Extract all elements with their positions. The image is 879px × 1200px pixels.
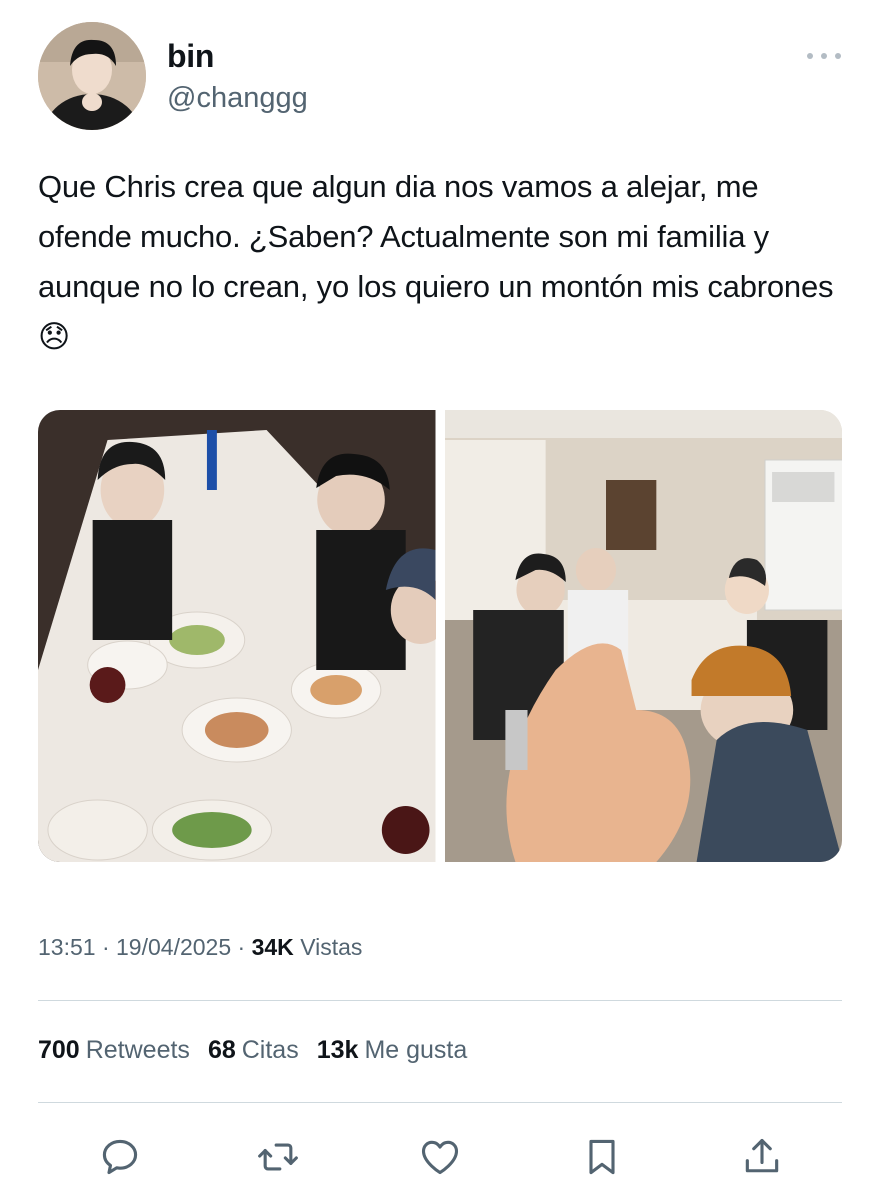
like-button[interactable] <box>416 1133 464 1181</box>
more-options-button[interactable] <box>807 44 841 68</box>
quotes-label: Citas <box>241 1036 299 1064</box>
retweets-label: Retweets <box>85 1036 190 1064</box>
engagement-stats: 700 Retweets 68 Citas 13k Me gusta <box>38 1036 467 1065</box>
tweet-media <box>38 410 842 862</box>
user-handle[interactable]: @changgg <box>167 82 308 115</box>
avatar[interactable] <box>38 22 146 130</box>
tweet-text: Que Chris crea que algun dia nos vamos a… <box>38 162 838 362</box>
retweets-count: 700 <box>38 1036 80 1064</box>
meta-separator: · <box>101 934 110 960</box>
photo-group-restaurant[interactable] <box>444 410 842 862</box>
quotes-count: 68 <box>207 1036 236 1064</box>
bookmark-icon <box>589 1139 615 1175</box>
dinner-table-image <box>38 410 436 862</box>
tweet-meta: 13:51 · 19/04/2025 · 34K Vistas <box>38 934 362 961</box>
likes-count: 13k <box>316 1036 359 1064</box>
likes-label: Me gusta <box>364 1036 468 1064</box>
views-count: 34K <box>251 934 294 960</box>
divider-top <box>38 1000 842 1001</box>
retweet-button[interactable] <box>254 1133 302 1181</box>
more-dot <box>835 53 841 59</box>
retweets-stat[interactable]: 700 Retweets <box>38 1036 190 1065</box>
sad-face-emoji: 😞 <box>38 319 71 354</box>
reply-button[interactable] <box>96 1133 144 1181</box>
likes-stat[interactable]: 13k Me gusta <box>317 1036 468 1065</box>
retweet-icon <box>258 1143 298 1171</box>
more-dot <box>821 53 827 59</box>
heart-icon <box>421 1140 459 1175</box>
more-horizontal-icon <box>807 53 813 59</box>
avatar-image <box>38 22 146 130</box>
tweet-date[interactable]: 19/04/2025 <box>116 934 231 960</box>
tweet-time[interactable]: 13:51 <box>38 934 96 960</box>
views-label: Vistas <box>300 934 363 960</box>
group-restaurant-image <box>444 410 842 862</box>
reply-icon <box>102 1139 138 1175</box>
meta-separator: · <box>237 934 246 960</box>
photo-dinner-table[interactable] <box>38 410 436 862</box>
bookmark-button[interactable] <box>578 1133 626 1181</box>
display-name[interactable]: bin <box>167 38 214 75</box>
divider-bottom <box>38 1102 842 1103</box>
tweet-body: Que Chris crea que algun dia nos vamos a… <box>38 169 834 304</box>
tweet-actions <box>38 1133 842 1185</box>
quotes-stat[interactable]: 68 Citas <box>208 1036 299 1065</box>
share-icon <box>745 1138 779 1173</box>
share-button[interactable] <box>738 1133 786 1181</box>
